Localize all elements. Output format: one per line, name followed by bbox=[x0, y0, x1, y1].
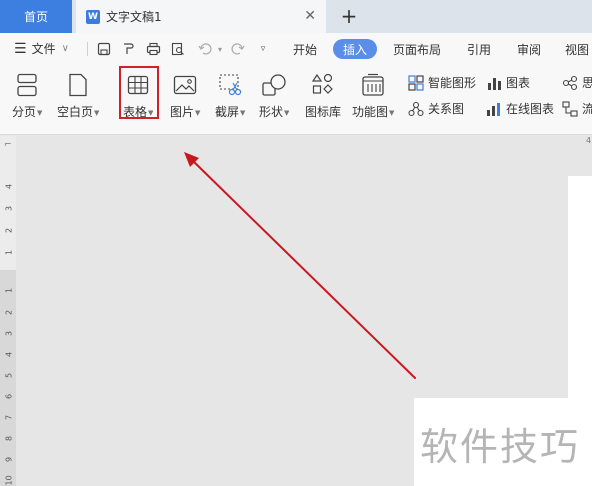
vertical-ruler[interactable]: ⌐ 4 3 2 1 1 2 3 4 5 6 7 8 9 10 bbox=[0, 136, 16, 486]
bar-chart-icon bbox=[486, 75, 502, 91]
shape-button[interactable]: 形状▼ bbox=[259, 71, 289, 120]
save-icon[interactable] bbox=[95, 40, 113, 58]
icon-library-icon bbox=[309, 71, 337, 99]
picture-button[interactable]: 图片▼ bbox=[170, 71, 200, 120]
print-preview-icon[interactable] bbox=[169, 40, 187, 58]
chart-label: 图表 bbox=[506, 76, 531, 90]
chevron-down-icon: ∨ bbox=[61, 43, 69, 54]
ruler-tick-label: 2 bbox=[4, 227, 14, 234]
document-title: 文字文稿1 bbox=[106, 10, 162, 24]
page-break-icon bbox=[13, 71, 41, 99]
relation-chart-icon bbox=[408, 101, 424, 117]
online-chart-icon bbox=[486, 101, 502, 117]
tab-bar: 首页 W 文字文稿1 ✕ + bbox=[0, 0, 592, 33]
redo-icon[interactable] bbox=[229, 40, 247, 58]
picture-label: 图片 bbox=[170, 105, 195, 119]
function-chart-icon bbox=[359, 71, 387, 99]
menu-bar: ☰ 文件 ∨ ▾ ▿ 开始 插入 页面布局 引用 审阅 视图 bbox=[0, 33, 592, 65]
screenshot-label: 截屏 bbox=[215, 105, 240, 119]
tab-view[interactable]: 视图 bbox=[565, 39, 592, 59]
flowchart-label: 流 bbox=[582, 102, 592, 116]
relation-chart-label: 关系图 bbox=[428, 102, 465, 116]
ruler-tick-label: 9 bbox=[4, 456, 14, 463]
icon-library-button[interactable]: 图标库 bbox=[305, 71, 341, 120]
ruler-tick-label: 10 bbox=[4, 475, 14, 486]
ruler-tick-label: 4 bbox=[4, 183, 14, 190]
ruler-tick-label: 5 bbox=[4, 372, 14, 379]
file-menu-button[interactable]: ☰ 文件 ∨ bbox=[14, 40, 69, 57]
shape-label: 形状 bbox=[259, 105, 284, 119]
tab-start-label: 开始 bbox=[292, 42, 317, 57]
close-icon[interactable]: ✕ bbox=[304, 8, 316, 24]
blank-page-icon bbox=[64, 71, 92, 99]
flowchart-icon bbox=[562, 100, 578, 117]
relation-chart-button[interactable]: 关系图 bbox=[408, 100, 464, 117]
divider bbox=[87, 42, 88, 56]
page-break-button[interactable]: 分页▼ bbox=[12, 71, 42, 120]
tab-references[interactable]: 引用 bbox=[466, 39, 492, 59]
tab-insert[interactable]: 插入 bbox=[333, 39, 377, 59]
new-tab-button[interactable]: + bbox=[338, 3, 360, 29]
scissors-icon bbox=[216, 71, 244, 99]
table-highlight-box bbox=[119, 66, 159, 119]
tab-insert-label: 插入 bbox=[343, 42, 368, 57]
mind-map-label: 思 bbox=[582, 76, 592, 90]
ruler-tick-label: 1 bbox=[4, 287, 14, 294]
shapes-icon bbox=[260, 71, 288, 99]
ruler-tick-label: 6 bbox=[4, 393, 14, 400]
tab-references-label: 引用 bbox=[466, 42, 491, 57]
screenshot-button[interactable]: 截屏▼ bbox=[215, 71, 245, 120]
hamburger-icon: ☰ bbox=[14, 40, 27, 57]
tab-page-layout-label: 页面布局 bbox=[392, 42, 441, 57]
watermark-text: 软件技巧 bbox=[420, 425, 581, 469]
function-chart-button[interactable]: 功能图▼ bbox=[352, 71, 394, 120]
icon-library-label: 图标库 bbox=[305, 105, 342, 119]
ruler-tick-label: 1 bbox=[4, 249, 14, 256]
chart-button[interactable]: 图表 bbox=[486, 74, 530, 91]
blank-page-label: 空白页 bbox=[57, 105, 94, 119]
online-chart-button[interactable]: 在线图表 bbox=[486, 100, 554, 117]
insert-ribbon: 分页▼ 空白页▼ 表格▼ 图片▼ 截屏▼ 形状▼ 图标库 功能图▼ 智能图形 图… bbox=[0, 65, 592, 135]
tab-page-layout[interactable]: 页面布局 bbox=[392, 39, 442, 59]
ruler-corner: ⌐ bbox=[4, 140, 12, 150]
tab-document[interactable]: W 文字文稿1 ✕ bbox=[76, 0, 326, 33]
file-menu-label: 文件 bbox=[31, 42, 56, 56]
picture-icon bbox=[171, 71, 199, 99]
document-workspace: 软件技巧 4 bbox=[0, 136, 592, 486]
page-break-label: 分页 bbox=[12, 105, 37, 119]
chevron-down-icon[interactable]: ▾ bbox=[211, 40, 229, 58]
online-chart-label: 在线图表 bbox=[506, 102, 555, 116]
tab-review[interactable]: 审阅 bbox=[516, 39, 542, 59]
smart-graphic-icon bbox=[408, 74, 424, 91]
writer-doc-icon: W bbox=[86, 9, 100, 24]
tab-home-label: 首页 bbox=[23, 10, 48, 24]
ruler-tick-label: 8 bbox=[4, 435, 14, 442]
ruler-tick-label: 3 bbox=[4, 205, 14, 212]
tab-review-label: 审阅 bbox=[516, 42, 541, 57]
ruler-tick-label: 2 bbox=[4, 309, 14, 316]
mind-map-icon bbox=[562, 75, 578, 91]
tab-view-label: 视图 bbox=[565, 42, 590, 57]
ruler-marker: 4 bbox=[586, 136, 592, 145]
smart-graphic-label: 智能图形 bbox=[428, 76, 477, 90]
function-chart-label: 功能图 bbox=[352, 105, 389, 119]
mind-map-button[interactable]: 思 bbox=[562, 74, 592, 91]
format-painter-icon[interactable] bbox=[119, 40, 137, 58]
smart-graphic-button[interactable]: 智能图形 bbox=[408, 74, 476, 91]
ruler-tick-label: 7 bbox=[4, 414, 14, 421]
print-icon[interactable] bbox=[144, 40, 162, 58]
flowchart-button[interactable]: 流 bbox=[562, 100, 592, 117]
tab-start[interactable]: 开始 bbox=[292, 39, 318, 59]
tab-home[interactable]: 首页 bbox=[0, 0, 72, 33]
blank-page-button[interactable]: 空白页▼ bbox=[57, 71, 99, 120]
ruler-tick-label: 4 bbox=[4, 351, 14, 358]
customize-toolbar-icon[interactable]: ▿ bbox=[254, 40, 272, 58]
ruler-tick-label: 3 bbox=[4, 330, 14, 337]
